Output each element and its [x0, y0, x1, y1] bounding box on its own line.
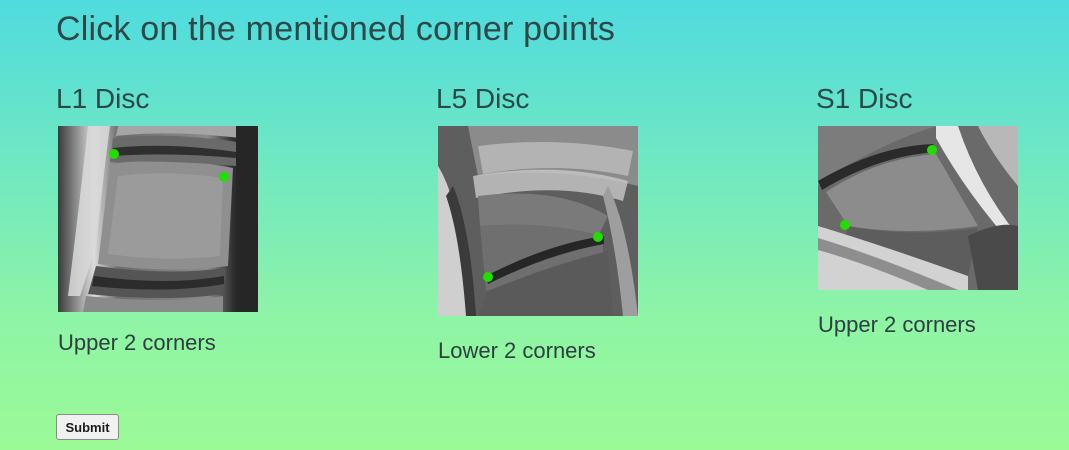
- corner-marker-l1-right[interactable]: [219, 172, 229, 182]
- mri-scan-s1[interactable]: [818, 126, 1018, 290]
- instruction-l5: Lower 2 corners: [438, 338, 596, 363]
- panel-s1-disc: S1 Disc Upper 2 corners: [816, 82, 1036, 337]
- page-title: Click on the mentioned corner points: [56, 10, 616, 48]
- corner-marker-l5-right[interactable]: [593, 232, 603, 242]
- mri-image-l5[interactable]: [438, 126, 638, 316]
- panel-title-s1: S1 Disc: [816, 83, 913, 114]
- mri-scan-l5[interactable]: [438, 126, 638, 316]
- corner-marker-l1-left[interactable]: [109, 149, 119, 159]
- corner-marker-s1-left[interactable]: [840, 220, 850, 230]
- panel-title-l1: L1 Disc: [56, 83, 150, 114]
- submit-button[interactable]: Submit: [56, 414, 119, 440]
- instruction-s1: Upper 2 corners: [818, 312, 976, 337]
- mri-image-l1[interactable]: [58, 126, 258, 312]
- panel-l5-disc: L5 Disc Lower 2 corners: [436, 82, 656, 363]
- corner-marker-s1-right[interactable]: [927, 145, 937, 155]
- panel-title-l5: L5 Disc: [436, 83, 530, 114]
- panel-l1-disc: L1 Disc Upper 2 corners: [56, 82, 276, 355]
- corner-marker-l5-left[interactable]: [483, 272, 493, 282]
- mri-image-s1[interactable]: [818, 126, 1018, 290]
- instruction-l1: Upper 2 corners: [58, 330, 216, 355]
- mri-scan-l1[interactable]: [58, 126, 258, 312]
